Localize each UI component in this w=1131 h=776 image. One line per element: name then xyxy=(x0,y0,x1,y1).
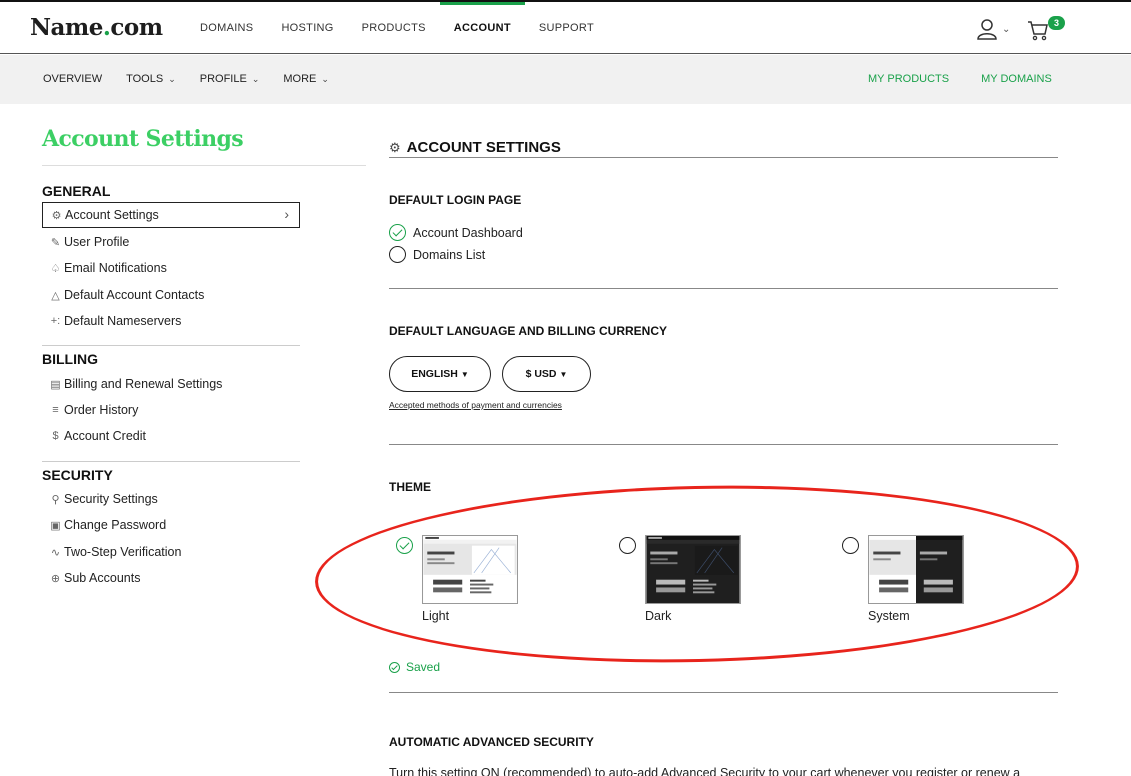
system-theme-preview xyxy=(868,535,964,604)
divider xyxy=(42,345,300,346)
language-dropdown[interactable]: ENGLISH ▼ xyxy=(389,356,491,392)
check-circle-icon xyxy=(389,661,400,673)
sidebar-heading-security: SECURITY xyxy=(42,467,113,483)
chevron-down-icon: ⌄ xyxy=(168,74,176,84)
light-theme-preview xyxy=(422,535,518,604)
subnav-tools[interactable]: TOOLS ⌄ xyxy=(126,55,176,104)
chevron-down-icon[interactable]: ⌄ xyxy=(1002,24,1010,35)
subnav-more[interactable]: MORE ⌄ xyxy=(283,55,329,104)
sidebar-item-email-notifications[interactable]: ♤ Email Notifications xyxy=(42,255,300,281)
sidebar-title: Account Settings xyxy=(42,126,244,152)
sidebar-item-security-settings[interactable]: ⚲ Security Settings xyxy=(42,486,300,512)
page: Name.com DOMAINS HOSTING PRODUCTS ACCOUN… xyxy=(0,0,1131,776)
payment-methods-link[interactable]: Accepted methods of payment and currenci… xyxy=(389,400,562,410)
name-com-logo[interactable]: Name.com xyxy=(30,14,163,41)
sidebar-item-account-credit[interactable]: $ Account Credit xyxy=(42,423,300,449)
plus-circle-icon: ⊕ xyxy=(50,572,61,585)
cart-count-badge: 3 xyxy=(1048,16,1065,30)
subnav-overview[interactable]: OVERVIEW xyxy=(43,55,102,104)
divider xyxy=(389,288,1058,289)
my-domains-link[interactable]: MY DOMAINS xyxy=(981,55,1052,104)
lock-icon: ▣ xyxy=(50,519,61,532)
nav-products[interactable]: PRODUCTS xyxy=(348,2,440,54)
sidebar-item-default-account-contacts[interactable]: △ Default Account Contacts xyxy=(42,282,300,308)
nav-support[interactable]: SUPPORT xyxy=(525,2,608,54)
sidebar-item-account-settings[interactable]: ⚙ Account Settings › xyxy=(42,202,300,228)
dollar-icon: $ xyxy=(52,430,59,442)
divider xyxy=(389,444,1058,445)
list-icon: ≡ xyxy=(52,404,59,416)
sidebar-item-change-password[interactable]: ▣ Change Password xyxy=(42,512,300,538)
nav-domains[interactable]: DOMAINS xyxy=(186,2,267,54)
advanced-security-heading: AUTOMATIC ADVANCED SECURITY xyxy=(389,735,594,749)
login-page-heading: DEFAULT LOGIN PAGE xyxy=(389,193,522,207)
radio-unchecked[interactable] xyxy=(619,537,636,554)
caret-down-icon: ▼ xyxy=(460,370,469,379)
advanced-security-description: Turn this setting ON (recommended) to au… xyxy=(389,766,1021,776)
top-navigation-bar: Name.com DOMAINS HOSTING PRODUCTS ACCOUN… xyxy=(0,2,1131,54)
chevron-right-icon: › xyxy=(284,206,289,222)
sidebar-item-user-profile[interactable]: ✎ User Profile xyxy=(42,229,300,255)
divider xyxy=(42,461,300,462)
divider xyxy=(42,165,366,166)
nameservers-icon: +: xyxy=(50,315,61,327)
billing-icon: ▤ xyxy=(50,378,61,391)
currency-dropdown[interactable]: $ USD ▼ xyxy=(502,356,591,392)
sidebar-item-order-history[interactable]: ≡ Order History xyxy=(42,397,300,423)
two-step-icon: ∿ xyxy=(50,546,61,559)
main-menu: DOMAINS HOSTING PRODUCTS ACCOUNT SUPPORT xyxy=(186,2,608,54)
theme-heading: THEME xyxy=(389,480,431,494)
sidebar-item-billing-renewal[interactable]: ▤ Billing and Renewal Settings xyxy=(42,371,300,397)
radio-unchecked[interactable] xyxy=(842,537,859,554)
edit-icon: ✎ xyxy=(50,236,61,249)
subnav-profile[interactable]: PROFILE ⌄ xyxy=(200,55,260,104)
cart-icon[interactable] xyxy=(1027,19,1049,41)
gear-icon: ⚙ xyxy=(51,209,62,222)
chevron-down-icon: ⌄ xyxy=(321,74,329,84)
radio-checked[interactable] xyxy=(389,224,406,241)
page-title: ⚙ ACCOUNT SETTINGS xyxy=(389,139,561,156)
subnav-right: MY PRODUCTS MY DOMAINS xyxy=(868,55,1052,104)
user-icon[interactable] xyxy=(976,18,998,40)
my-products-link[interactable]: MY PRODUCTS xyxy=(868,55,949,104)
key-icon: ⚲ xyxy=(51,493,60,506)
sidebar-item-default-nameservers[interactable]: +: Default Nameservers xyxy=(42,308,300,334)
divider xyxy=(389,157,1058,158)
login-option-account-dashboard[interactable]: Account Dashboard xyxy=(389,224,523,241)
caret-down-icon: ▼ xyxy=(559,370,568,379)
saved-status: Saved xyxy=(389,660,440,674)
subnav-left: OVERVIEW TOOLS ⌄ PROFILE ⌄ MORE ⌄ xyxy=(43,55,329,104)
contacts-icon: △ xyxy=(51,289,60,302)
radio-unchecked[interactable] xyxy=(389,246,406,263)
dark-theme-preview xyxy=(645,535,741,604)
nav-account[interactable]: ACCOUNT xyxy=(439,2,525,54)
bell-icon: ♤ xyxy=(50,262,61,275)
sidebar-heading-general: GENERAL xyxy=(42,183,111,199)
sidebar-item-sub-accounts[interactable]: ⊕ Sub Accounts xyxy=(42,565,300,591)
nav-hosting[interactable]: HOSTING xyxy=(267,2,347,54)
divider xyxy=(389,692,1058,693)
sidebar-heading-billing: BILLING xyxy=(42,351,98,367)
chevron-down-icon: ⌄ xyxy=(251,74,260,84)
language-currency-heading: DEFAULT LANGUAGE AND BILLING CURRENCY xyxy=(389,324,667,338)
sidebar-item-two-step[interactable]: ∿ Two-Step Verification xyxy=(42,539,300,565)
gear-icon: ⚙ xyxy=(389,140,401,155)
account-subnav: OVERVIEW TOOLS ⌄ PROFILE ⌄ MORE ⌄ MY PRODUC… xyxy=(0,55,1131,104)
login-option-domains-list[interactable]: Domains List xyxy=(389,246,485,263)
radio-checked[interactable] xyxy=(396,537,413,554)
